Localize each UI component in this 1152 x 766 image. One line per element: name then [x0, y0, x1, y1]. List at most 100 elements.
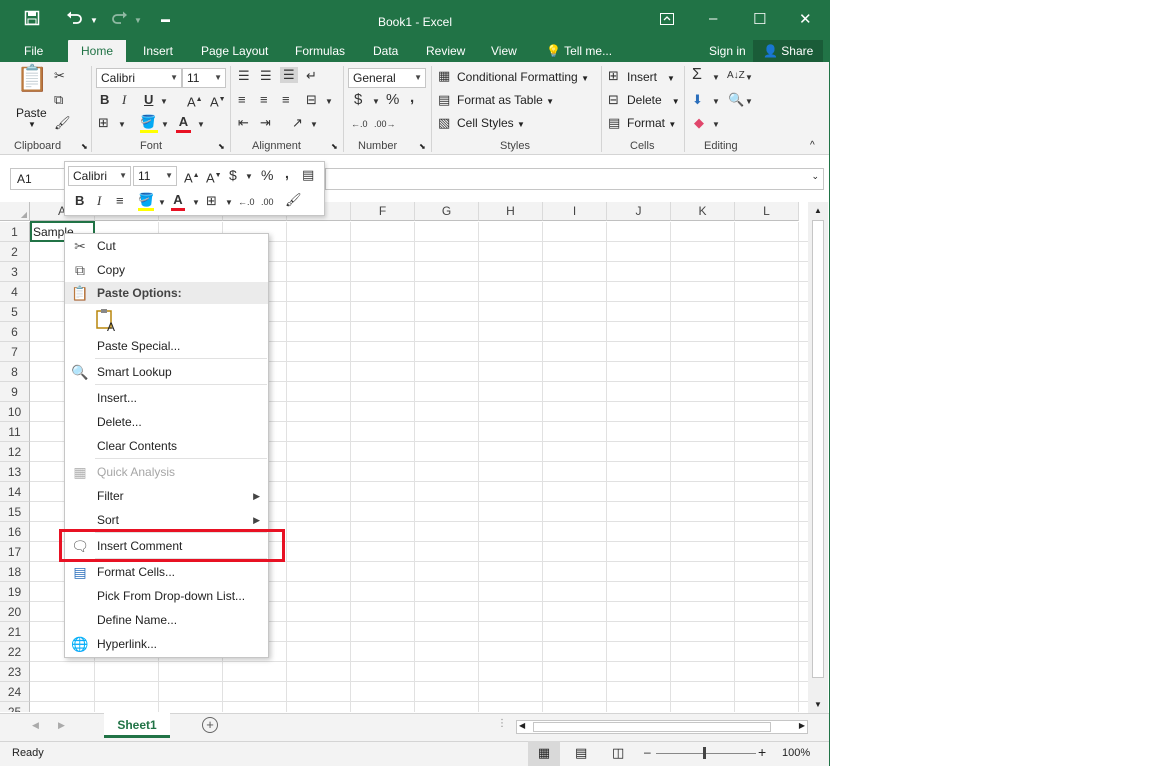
decrease-indent-icon[interactable]: ⇤ — [238, 115, 249, 131]
shrink-font-icon[interactable]: A▼ — [210, 92, 226, 110]
mini-font-size-combo[interactable]: 11 ▼ — [133, 166, 177, 186]
mini-font-color-icon[interactable]: A — [171, 192, 185, 211]
middle-align-icon[interactable]: ☰ — [260, 68, 272, 84]
grow-font-icon[interactable]: A▲ — [187, 92, 203, 110]
copy-icon[interactable]: ⧉ — [54, 92, 63, 108]
tab-data[interactable]: Data — [363, 43, 408, 62]
row-header-24[interactable]: 24 — [0, 682, 30, 702]
row-header-2[interactable]: 2 — [0, 242, 30, 262]
font-launcher-icon[interactable]: ⬊ — [218, 142, 225, 151]
row-header-21[interactable]: 21 — [0, 622, 30, 642]
horizontal-scroll-thumb[interactable] — [533, 722, 771, 732]
row-header-1[interactable]: 1 — [0, 222, 30, 242]
delete-cells-button[interactable]: Delete ▼ — [627, 93, 680, 107]
close-button[interactable]: ✕ — [799, 10, 812, 28]
align-center-icon[interactable]: ≡ — [260, 92, 268, 108]
mini-font-color-dropdown-icon[interactable]: ▼ — [192, 195, 200, 211]
mini-currency-dropdown-icon[interactable]: ▼ — [245, 169, 253, 185]
zoom-in-icon[interactable]: + — [758, 744, 766, 760]
row-header-20[interactable]: 20 — [0, 602, 30, 622]
menu-insert[interactable]: Insert... — [65, 386, 268, 410]
orientation-dropdown-icon[interactable]: ▼ — [310, 117, 318, 133]
prev-sheet-icon[interactable]: ◀ — [32, 720, 39, 731]
row-header-14[interactable]: 14 — [0, 482, 30, 502]
maximize-button[interactable]: ☐ — [753, 10, 766, 28]
scroll-left-icon[interactable]: ◀ — [519, 721, 525, 730]
number-launcher-icon[interactable]: ⬊ — [419, 142, 426, 151]
mini-borders-dropdown-icon[interactable]: ▼ — [225, 195, 233, 211]
row-header-25[interactable]: 25 — [0, 702, 30, 712]
column-header-i[interactable]: I — [543, 202, 607, 221]
paste-button[interactable]: Paste — [16, 106, 47, 120]
decrease-decimal-icon[interactable]: .00→ — [374, 116, 396, 132]
format-as-table-button[interactable]: Format as Table ▼ — [457, 93, 554, 107]
row-header-17[interactable]: 17 — [0, 542, 30, 562]
ribbon-display-icon[interactable] — [660, 12, 674, 29]
zoom-slider-thumb[interactable] — [703, 747, 706, 759]
name-box[interactable]: A1 — [10, 168, 66, 190]
row-header-22[interactable]: 22 — [0, 642, 30, 662]
column-header-l[interactable]: L — [735, 202, 799, 221]
tab-formulas[interactable]: Formulas — [285, 43, 355, 62]
sheet-tab-sheet1[interactable]: Sheet1 — [104, 713, 170, 738]
bold-icon[interactable]: B — [100, 92, 109, 108]
borders-icon[interactable]: ⊞ — [98, 115, 109, 131]
sort-filter-icon[interactable]: A↓Z — [727, 68, 745, 84]
menu-quick-analysis[interactable]: ▦ Quick Analysis — [65, 460, 268, 484]
format-button[interactable]: Format ▼ — [627, 116, 676, 130]
bottom-align-icon[interactable]: ☰ — [280, 67, 298, 83]
next-sheet-icon[interactable]: ▶ — [58, 720, 65, 731]
increase-decimal-icon[interactable]: ←.0 — [351, 116, 368, 132]
mini-shrink-font-icon[interactable]: A▼ — [206, 168, 222, 186]
mini-format-painter-icon[interactable]: 🖌 — [285, 192, 302, 208]
align-right-icon[interactable]: ≡ — [282, 92, 290, 108]
new-sheet-icon[interactable]: + — [202, 717, 218, 733]
font-color-dropdown-icon[interactable]: ▼ — [197, 117, 205, 133]
menu-hyperlink[interactable]: 🌐 Hyperlink... — [65, 632, 268, 656]
row-header-5[interactable]: 5 — [0, 302, 30, 322]
sort-filter-dropdown-icon[interactable]: ▼ — [745, 70, 753, 86]
column-header-h[interactable]: H — [479, 202, 543, 221]
cell-styles-button[interactable]: Cell Styles ▼ — [457, 116, 525, 130]
mini-percent-button[interactable]: % — [261, 167, 273, 183]
currency-button[interactable]: $ — [354, 92, 362, 108]
row-header-6[interactable]: 6 — [0, 322, 30, 342]
vertical-scroll-thumb[interactable] — [812, 220, 824, 678]
page-layout-view-icon[interactable]: ▤ — [575, 745, 587, 761]
column-header-f[interactable]: F — [351, 202, 415, 221]
zoom-out-icon[interactable]: – — [644, 745, 651, 759]
font-size-combo[interactable]: 11 ▼ — [182, 68, 226, 88]
menu-copy[interactable]: ⧉ Copy — [65, 258, 268, 282]
find-select-icon[interactable]: 🔍 — [728, 92, 744, 108]
column-header-j[interactable]: J — [607, 202, 671, 221]
menu-pick-from-list[interactable]: Pick From Drop-down List... — [65, 584, 268, 608]
insert-cells-button[interactable]: Insert ▼ — [627, 70, 675, 84]
align-left-icon[interactable]: ≡ — [238, 92, 246, 108]
paste-dropdown-icon[interactable]: ▼ — [28, 120, 36, 129]
row-header-3[interactable]: 3 — [0, 262, 30, 282]
formula-input[interactable]: ⌄ — [325, 168, 824, 190]
increase-indent-icon[interactable]: ⇥ — [260, 115, 271, 131]
zoom-slider[interactable] — [656, 753, 756, 754]
conditional-formatting-button[interactable]: Conditional Formatting ▼ — [457, 70, 589, 84]
mini-increase-decimal-icon[interactable]: ←.0 — [238, 194, 255, 210]
merge-center-icon[interactable]: ⊟ — [306, 92, 317, 108]
column-header-k[interactable]: K — [671, 202, 735, 221]
mini-currency-button[interactable]: $ — [229, 167, 237, 183]
scroll-up-icon[interactable]: ▲ — [814, 206, 822, 215]
row-header-8[interactable]: 8 — [0, 362, 30, 382]
menu-filter[interactable]: Filter ▶ — [65, 484, 268, 508]
mini-grow-font-icon[interactable]: A▲ — [184, 168, 200, 186]
horizontal-scrollbar[interactable]: ◀ ▶ — [516, 720, 808, 734]
page-break-view-icon[interactable]: ◫ — [612, 745, 624, 761]
row-header-19[interactable]: 19 — [0, 582, 30, 602]
menu-delete[interactable]: Delete... — [65, 410, 268, 434]
fill-dropdown-icon[interactable]: ▼ — [712, 94, 720, 110]
row-header-10[interactable]: 10 — [0, 402, 30, 422]
mini-comma-button[interactable]: , — [285, 165, 289, 181]
mini-format-table-icon[interactable]: ▤ — [302, 167, 314, 183]
minimize-button[interactable]: – — [709, 10, 717, 27]
tell-me-search[interactable]: 💡 Tell me... — [536, 43, 622, 62]
tab-view[interactable]: View — [481, 43, 527, 62]
menu-clear-contents[interactable]: Clear Contents — [65, 434, 268, 458]
